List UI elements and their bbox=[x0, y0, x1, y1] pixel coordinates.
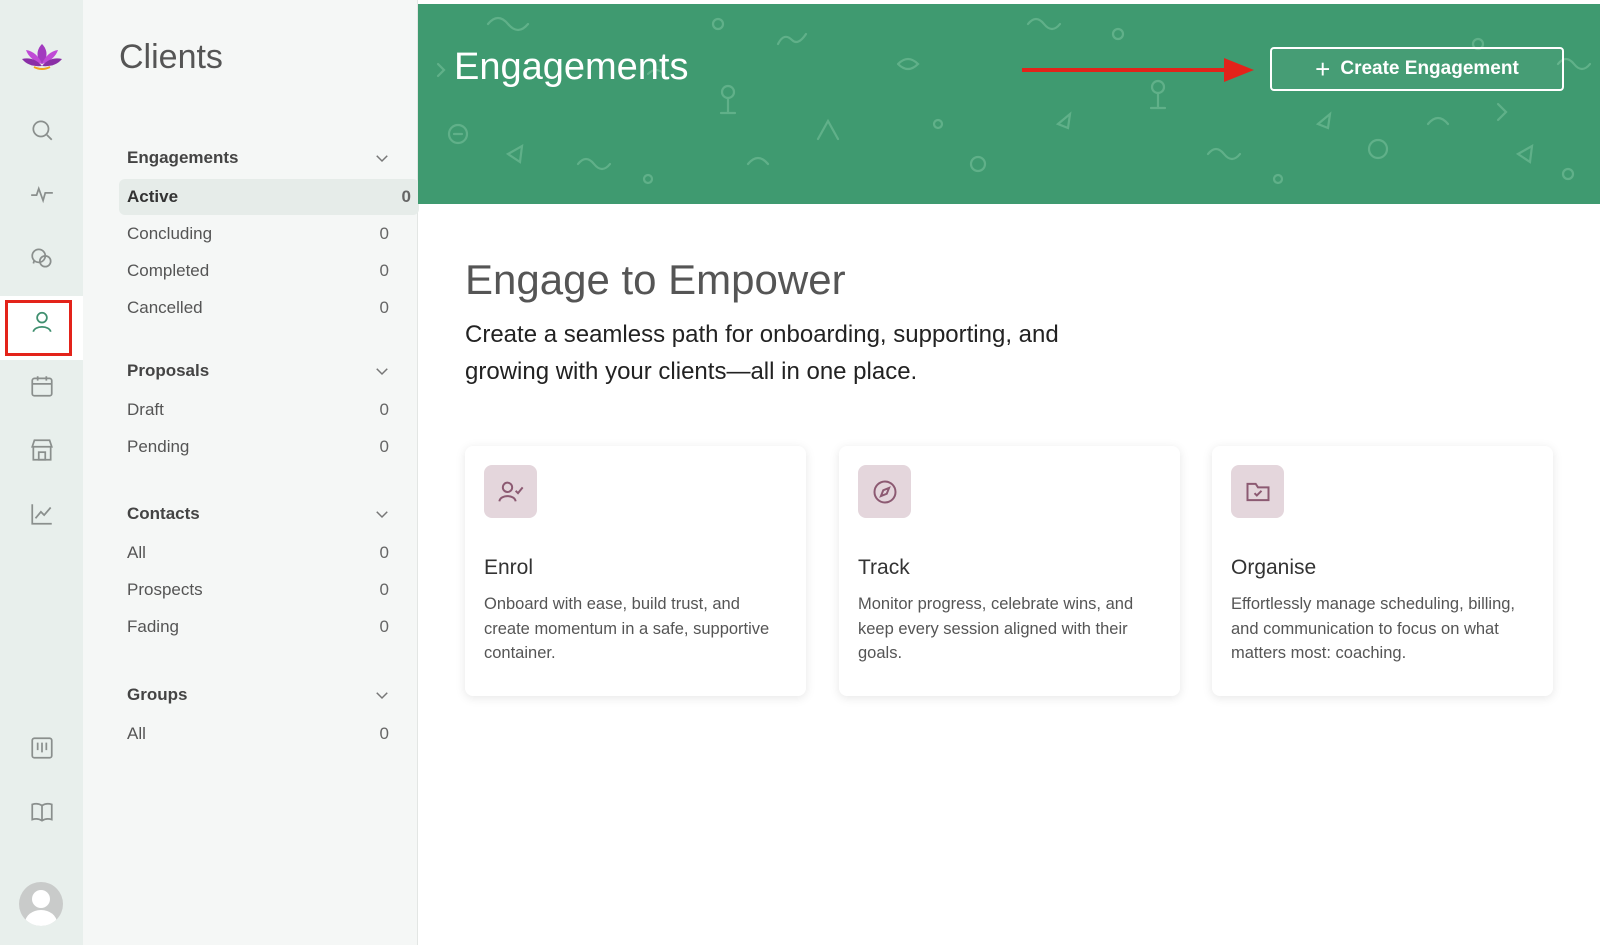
sidebar-item-groups-all[interactable]: All 0 bbox=[119, 716, 397, 752]
sidebar-item-concluding[interactable]: Concluding 0 bbox=[119, 216, 397, 252]
item-label: Prospects bbox=[127, 580, 203, 599]
item-count: 0 bbox=[379, 261, 389, 280]
create-engagement-label: Create Engagement bbox=[1340, 58, 1519, 79]
group-label: Contacts bbox=[127, 504, 200, 523]
sidebar-item-active[interactable]: Active 0 bbox=[119, 179, 419, 215]
engagements-banner: Engagements + Create Engagement bbox=[418, 4, 1600, 204]
lotus-icon[interactable] bbox=[20, 40, 64, 72]
card-description: Monitor progress, celebrate wins, and ke… bbox=[858, 595, 1134, 662]
card-title: Track bbox=[858, 556, 910, 579]
sidebar-title: Clients bbox=[119, 38, 223, 76]
page-subline: Create a seamless path for onboarding, s… bbox=[465, 321, 1059, 385]
proposals-group: Proposals Draft 0 Pending 0 bbox=[119, 356, 397, 465]
item-label: All bbox=[127, 543, 146, 562]
item-label: Draft bbox=[127, 400, 164, 419]
item-count: 0 bbox=[379, 298, 389, 317]
item-label: All bbox=[127, 724, 146, 743]
doodle-pattern bbox=[436, 16, 1592, 185]
calendar-icon[interactable] bbox=[20, 364, 64, 408]
icon-rail bbox=[0, 0, 83, 945]
card-organise: Organise Effortlessly manage scheduling,… bbox=[1212, 446, 1553, 696]
engagements-group: Engagements Active 0 Concluding 0 Comple… bbox=[119, 143, 419, 326]
item-count: 0 bbox=[379, 617, 389, 636]
arrow-right-icon bbox=[1022, 58, 1254, 82]
item-count: 0 bbox=[379, 543, 389, 562]
chevron-down-icon bbox=[376, 368, 388, 376]
chevron-down-icon bbox=[376, 511, 388, 519]
item-count: 0 bbox=[379, 580, 389, 599]
folder-check-icon bbox=[1231, 465, 1284, 518]
item-label: Pending bbox=[127, 437, 190, 456]
item-label: Concluding bbox=[127, 224, 213, 243]
item-label: Completed bbox=[127, 261, 210, 280]
sidebar-item-draft[interactable]: Draft 0 bbox=[119, 392, 397, 428]
create-engagement-button[interactable]: + Create Engagement bbox=[1270, 47, 1564, 91]
item-count: 0 bbox=[379, 437, 389, 456]
item-count: 0 bbox=[379, 224, 389, 243]
sidebar-item-completed[interactable]: Completed 0 bbox=[119, 253, 397, 289]
item-count: 0 bbox=[401, 187, 411, 206]
card-description: Onboard with ease, build trust, and crea… bbox=[484, 595, 770, 662]
page-headline: Engage to Empower bbox=[465, 256, 846, 303]
card-title: Enrol bbox=[484, 556, 534, 579]
group-label: Engagements bbox=[127, 148, 239, 167]
sidebar-item-pending[interactable]: Pending 0 bbox=[119, 429, 397, 465]
plus-icon: + bbox=[1315, 54, 1331, 84]
activity-icon[interactable] bbox=[20, 172, 64, 216]
card-enrol: Enrol Onboard with ease, build trust, an… bbox=[465, 446, 806, 696]
store-icon[interactable] bbox=[20, 428, 64, 472]
group-label: Groups bbox=[127, 685, 188, 704]
item-label: Fading bbox=[127, 617, 179, 636]
user-check-icon bbox=[484, 465, 537, 518]
sidebar-item-prospects[interactable]: Prospects 0 bbox=[119, 572, 397, 608]
chart-icon[interactable] bbox=[20, 492, 64, 536]
board-icon[interactable] bbox=[20, 726, 64, 770]
sidebar-item-contacts-all[interactable]: All 0 bbox=[119, 535, 397, 571]
engagements-group-header[interactable]: Engagements bbox=[119, 143, 397, 173]
avatar-head bbox=[32, 890, 50, 908]
groups-group: Groups All 0 bbox=[119, 680, 397, 752]
book-icon[interactable] bbox=[20, 790, 64, 834]
groups-group-header[interactable]: Groups bbox=[119, 680, 397, 710]
clients-sidebar: Clients Engagements Active 0 Concluding … bbox=[83, 0, 419, 945]
card-description: Effortlessly manage scheduling, billing,… bbox=[1231, 595, 1516, 662]
item-label: Active bbox=[127, 187, 179, 206]
contacts-group: Contacts All 0 Prospects 0 Fading 0 bbox=[119, 499, 397, 645]
avatar[interactable] bbox=[19, 882, 63, 926]
chevron-down-icon bbox=[376, 155, 388, 163]
proposals-group-header[interactable]: Proposals bbox=[119, 356, 397, 386]
item-label: Cancelled bbox=[127, 298, 203, 317]
group-label: Proposals bbox=[127, 361, 210, 380]
item-count: 0 bbox=[379, 724, 389, 743]
avatar-body bbox=[25, 910, 57, 926]
sidebar-item-fading[interactable]: Fading 0 bbox=[119, 609, 397, 645]
chevron-down-icon bbox=[376, 692, 388, 700]
highlight-box bbox=[5, 300, 72, 356]
search-icon[interactable] bbox=[20, 108, 64, 152]
banner-title: Engagements bbox=[454, 46, 689, 88]
chat-icon[interactable] bbox=[20, 236, 64, 280]
item-count: 0 bbox=[379, 400, 389, 419]
contacts-group-header[interactable]: Contacts bbox=[119, 499, 397, 529]
sidebar-item-cancelled[interactable]: Cancelled 0 bbox=[119, 290, 397, 326]
card-track: Track Monitor progress, celebrate wins, … bbox=[839, 446, 1180, 696]
compass-icon bbox=[858, 465, 911, 518]
card-title: Organise bbox=[1231, 556, 1317, 579]
